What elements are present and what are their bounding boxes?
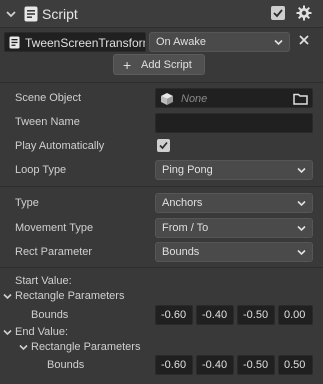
event-dropdown-value: On Awake bbox=[156, 36, 206, 48]
end-bounds-bottom-value: -0.50 bbox=[243, 359, 269, 371]
start-bounds-bottom-value: -0.50 bbox=[243, 309, 269, 321]
start-bounds-top-value: 0.00 bbox=[284, 309, 306, 321]
chevron-down-icon bbox=[297, 167, 306, 174]
event-dropdown[interactable]: On Awake bbox=[149, 32, 290, 52]
start-bounds-left-field[interactable]: -0.60 bbox=[155, 305, 193, 325]
script-file-icon bbox=[9, 36, 20, 49]
movement-type-dropdown[interactable]: From / To bbox=[155, 218, 313, 238]
add-script-button[interactable]: + Add Script bbox=[113, 54, 205, 75]
end-bounds-top-value: 0.50 bbox=[284, 359, 306, 371]
chevron-down-icon bbox=[297, 225, 306, 232]
checkmark-icon bbox=[273, 9, 283, 18]
chevron-down-icon bbox=[274, 39, 283, 46]
end-bounds-right-value: -0.40 bbox=[202, 359, 228, 371]
component-title: Script bbox=[42, 6, 78, 22]
scene-object-label: Scene Object bbox=[15, 92, 82, 104]
start-bounds-bottom-field[interactable]: -0.50 bbox=[237, 305, 275, 325]
plus-icon: + bbox=[123, 57, 132, 73]
script-asset-field[interactable]: TweenScreenTransform bbox=[4, 32, 146, 52]
close-icon[interactable] bbox=[298, 34, 310, 46]
movement-type-value: From / To bbox=[162, 222, 209, 234]
tween-name-label: Tween Name bbox=[15, 116, 80, 128]
gear-icon[interactable] bbox=[296, 5, 312, 21]
script-asset-name: TweenScreenTransform bbox=[25, 36, 146, 50]
component-header: Script bbox=[0, 0, 323, 28]
folder-icon[interactable] bbox=[293, 92, 308, 105]
script-inspector-panel: Script TweenScreenTransform On Awake + A… bbox=[0, 0, 323, 384]
chevron-down-icon bbox=[297, 200, 306, 207]
scene-object-icon bbox=[161, 93, 173, 105]
loop-type-value: Ping Pong bbox=[162, 164, 213, 176]
end-bounds-label: Bounds bbox=[47, 359, 85, 371]
type-value: Anchors bbox=[162, 197, 203, 209]
rect-parameter-dropdown[interactable]: Bounds bbox=[155, 242, 313, 262]
chevron-down-icon[interactable] bbox=[3, 329, 12, 336]
start-bounds-top-field[interactable]: 0.00 bbox=[278, 305, 313, 325]
divider bbox=[0, 82, 323, 83]
end-bounds-top-field[interactable]: 0.50 bbox=[278, 355, 313, 375]
chevron-down-icon[interactable] bbox=[6, 9, 16, 19]
chevron-down-icon bbox=[297, 249, 306, 256]
component-enabled-checkbox[interactable] bbox=[271, 6, 285, 20]
script-icon bbox=[24, 6, 38, 22]
type-label: Type bbox=[15, 197, 39, 209]
end-bounds-right-field[interactable]: -0.40 bbox=[196, 355, 234, 375]
chevron-down-icon[interactable] bbox=[3, 293, 12, 300]
scene-object-value: None bbox=[181, 93, 208, 105]
start-bounds-label: Bounds bbox=[31, 309, 69, 321]
start-bounds-right-value: -0.40 bbox=[202, 309, 228, 321]
play-automatically-checkbox[interactable] bbox=[157, 139, 170, 152]
rect-parameter-label: Rect Parameter bbox=[15, 246, 93, 258]
start-rectangle-parameters-label: Rectangle Parameters bbox=[15, 290, 125, 302]
scene-object-field[interactable]: None bbox=[155, 88, 313, 108]
chevron-down-icon[interactable] bbox=[19, 344, 28, 351]
loop-type-dropdown[interactable]: Ping Pong bbox=[155, 160, 313, 180]
checkmark-icon bbox=[159, 141, 168, 150]
movement-type-label: Movement Type bbox=[15, 222, 94, 234]
play-automatically-label: Play Automatically bbox=[15, 140, 105, 152]
loop-type-label: Loop Type bbox=[15, 164, 67, 176]
start-value-label: Start Value: bbox=[15, 275, 72, 287]
start-bounds-right-field[interactable]: -0.40 bbox=[196, 305, 234, 325]
end-bounds-left-value: -0.60 bbox=[161, 359, 187, 371]
rect-parameter-value: Bounds bbox=[162, 246, 200, 258]
add-script-label: Add Script bbox=[141, 59, 192, 71]
end-rectangle-parameters-label: Rectangle Parameters bbox=[31, 341, 141, 353]
end-value-label: End Value: bbox=[15, 326, 69, 338]
start-bounds-left-value: -0.60 bbox=[161, 309, 187, 321]
end-bounds-bottom-field[interactable]: -0.50 bbox=[237, 355, 275, 375]
tween-name-input[interactable] bbox=[155, 113, 313, 133]
divider bbox=[0, 186, 323, 187]
type-dropdown[interactable]: Anchors bbox=[155, 193, 313, 213]
end-bounds-left-field[interactable]: -0.60 bbox=[155, 355, 193, 375]
divider bbox=[0, 267, 323, 268]
